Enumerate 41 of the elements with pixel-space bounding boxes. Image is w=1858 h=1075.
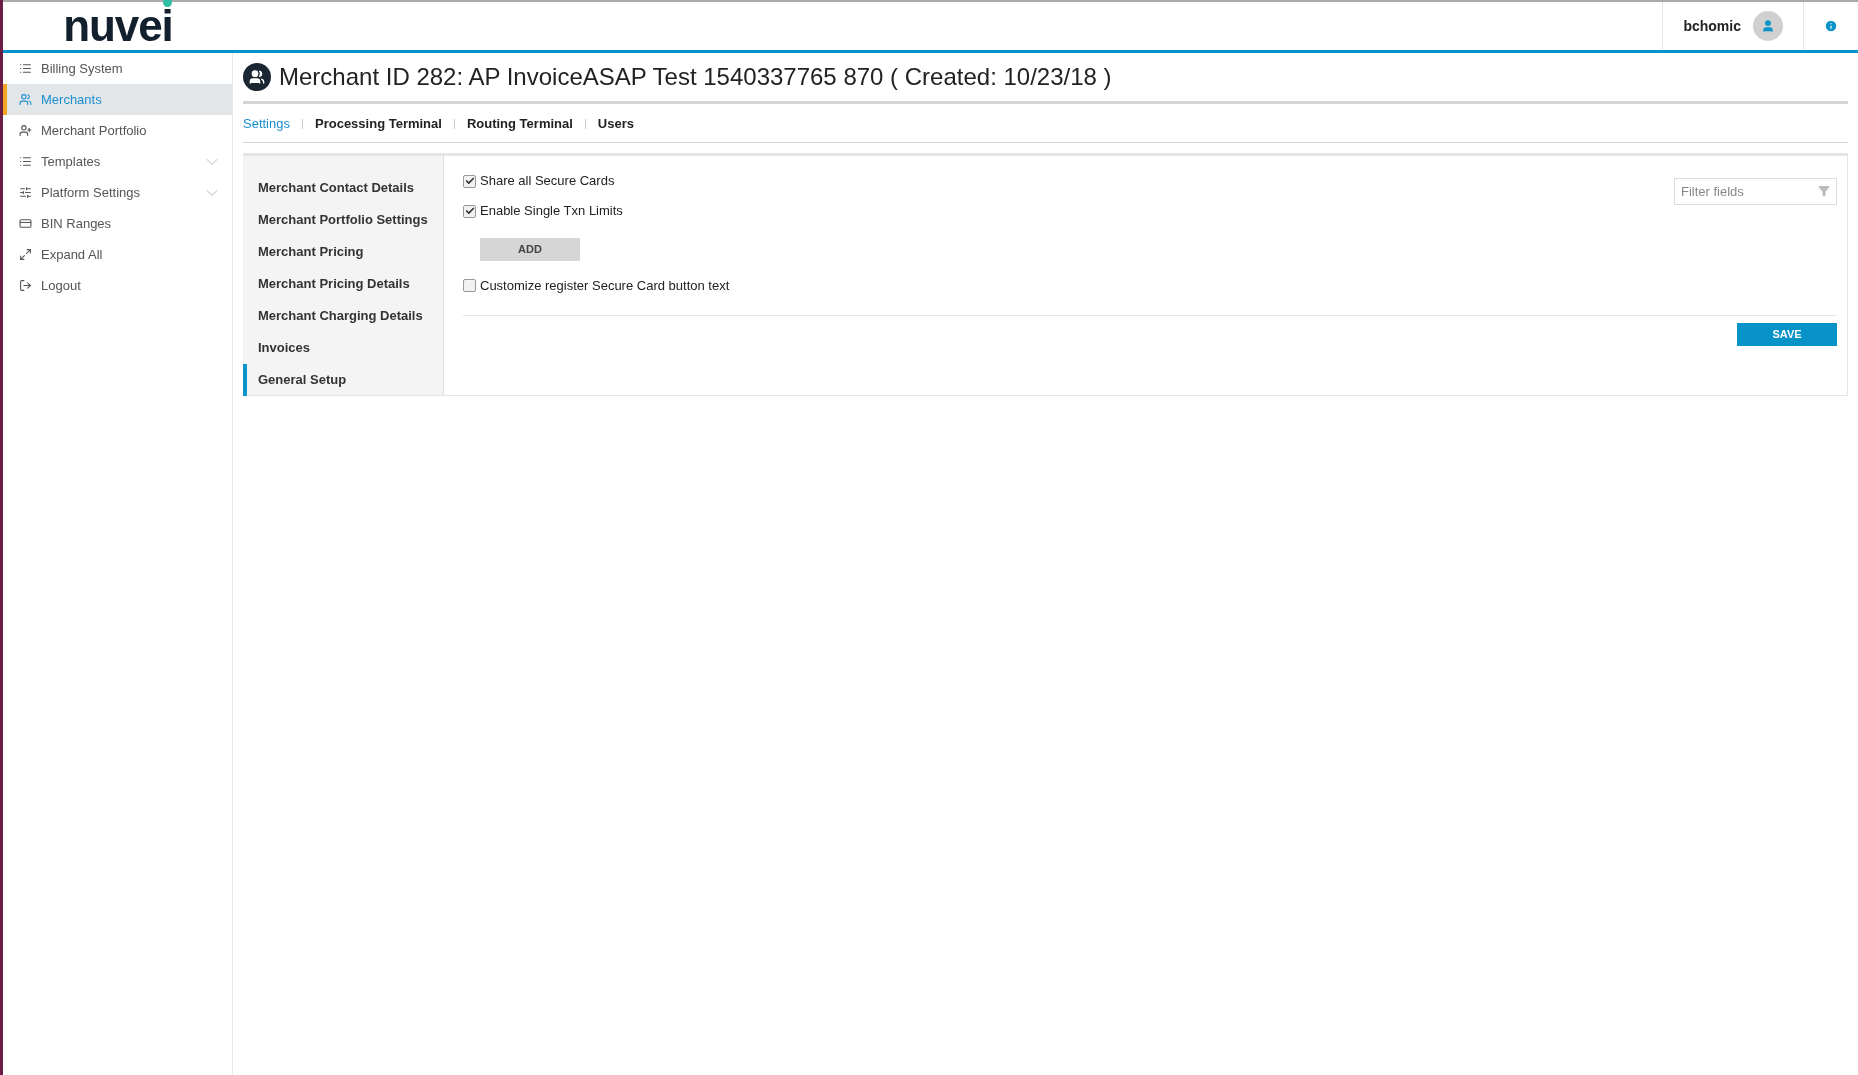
section-nav-item[interactable]: Merchant Pricing xyxy=(243,236,443,268)
logout-icon xyxy=(19,279,32,292)
merchants-icon xyxy=(243,63,271,91)
list-icon xyxy=(19,155,32,168)
sidebar-item[interactable]: Expand All xyxy=(3,239,232,270)
tab[interactable]: Processing Terminal xyxy=(315,113,442,134)
sliders-icon xyxy=(19,186,32,199)
sidebar-item[interactable]: Logout xyxy=(3,270,232,301)
user-plus-icon xyxy=(19,124,32,137)
checkbox[interactable] xyxy=(463,204,476,218)
page-title: Merchant ID 282: AP InvoiceASAP Test 1540337765 870 ( Created: 10/23/18 ) xyxy=(279,62,1112,92)
tab[interactable]: Routing Terminal xyxy=(466,113,573,134)
checkbox-label: Share all Secure Cards xyxy=(480,172,615,191)
sidebar-item[interactable]: Platform Settings xyxy=(3,177,232,208)
section-nav-item[interactable]: General Setup xyxy=(243,364,443,396)
checkbox[interactable] xyxy=(463,174,476,188)
expand-icon xyxy=(19,248,32,261)
sidebar-item[interactable]: Billing System xyxy=(3,53,232,84)
tab[interactable]: Settings xyxy=(243,113,290,134)
tab[interactable]: Users xyxy=(597,113,634,134)
info-icon[interactable] xyxy=(1824,19,1838,33)
sidebar-item[interactable]: Templates xyxy=(3,146,232,177)
section-nav-item[interactable]: Merchant Contact Details xyxy=(243,172,443,204)
add-button[interactable]: ADD xyxy=(480,237,580,261)
users-icon xyxy=(19,93,32,106)
card-icon xyxy=(19,217,32,230)
username[interactable]: bchomic xyxy=(1683,15,1741,37)
section-nav-item[interactable]: Merchant Pricing Details xyxy=(243,268,443,300)
list-icon xyxy=(19,62,32,75)
checkbox-label: Enable Single Txn Limits xyxy=(480,202,623,221)
nuvei-logo[interactable]: nuvei xyxy=(63,4,173,48)
checkbox[interactable] xyxy=(463,279,476,293)
sidebar-item[interactable]: Merchant Portfolio xyxy=(3,115,232,146)
filter-field[interactable]: Filter fields xyxy=(1674,178,1837,205)
section-nav-item[interactable]: Merchant Charging Details xyxy=(243,300,443,332)
section-nav-item[interactable]: Invoices xyxy=(243,332,443,364)
section-nav-item[interactable]: Merchant Portfolio Settings xyxy=(243,204,443,236)
sidebar-item[interactable]: BIN Ranges xyxy=(3,208,232,239)
user-avatar-icon[interactable] xyxy=(1753,11,1783,41)
checkbox-label: Customize register Secure Card button text xyxy=(480,277,730,295)
filter-icon xyxy=(1818,185,1830,197)
